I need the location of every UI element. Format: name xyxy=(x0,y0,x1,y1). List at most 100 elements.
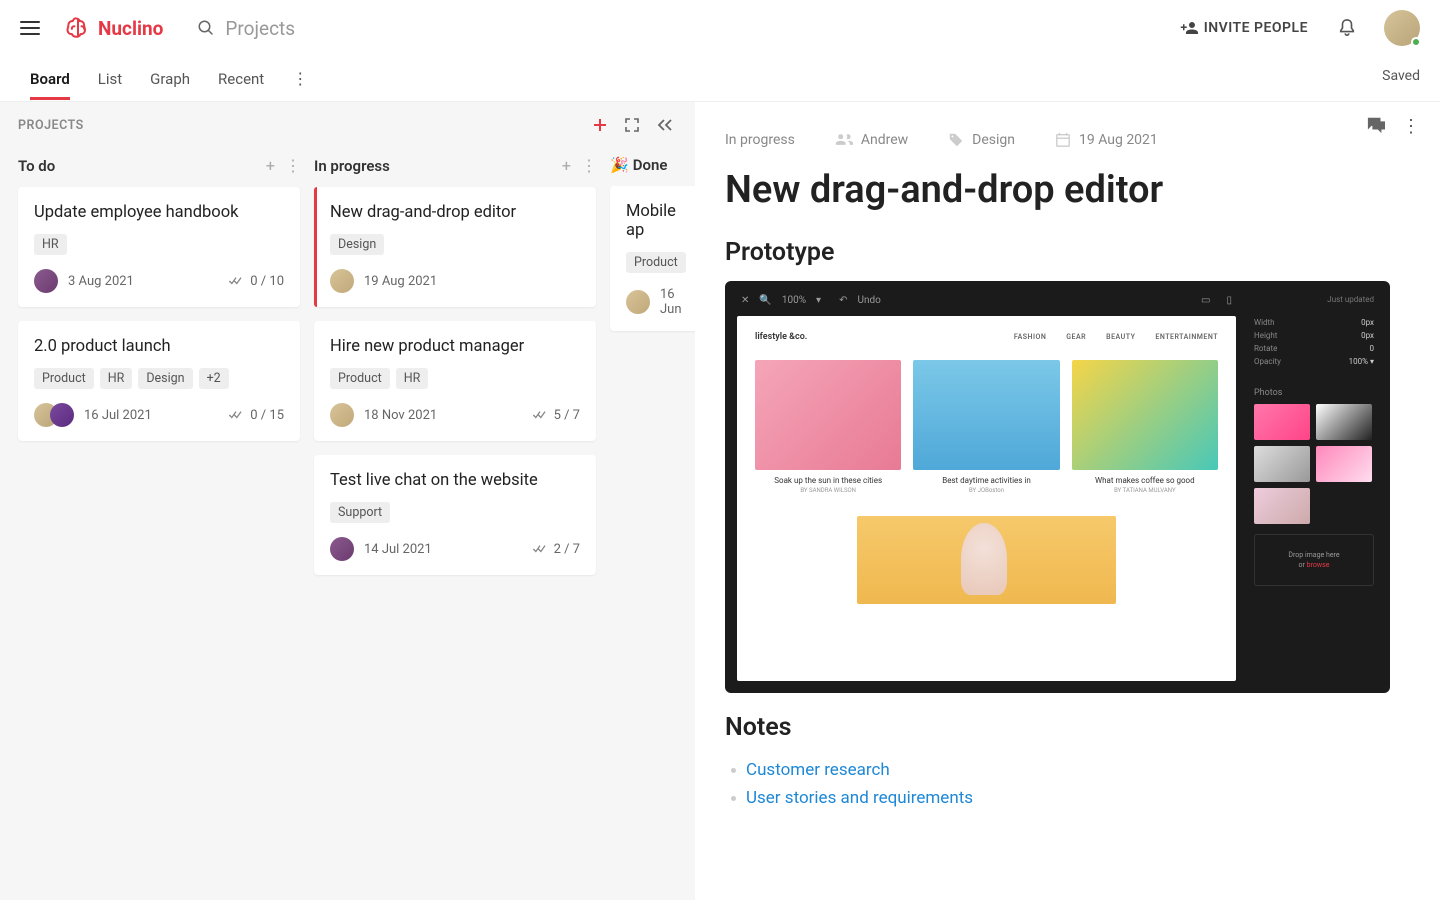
tab-graph[interactable]: Graph xyxy=(150,58,190,100)
card-tag: Product xyxy=(34,368,94,389)
card-title: 2.0 product launch xyxy=(34,337,284,356)
invite-icon xyxy=(1180,20,1198,36)
note-link[interactable]: Customer research xyxy=(746,760,890,780)
column-more-icon[interactable]: ⋮ xyxy=(280,156,306,175)
tab-board[interactable]: Board xyxy=(30,58,70,100)
meta-status[interactable]: In progress xyxy=(725,132,795,148)
card-date: 16 Jun xyxy=(660,287,694,317)
doc-more-icon[interactable]: ⋮ xyxy=(1402,116,1420,137)
board-card[interactable]: Hire new product managerProductHR18 Nov … xyxy=(314,321,596,441)
meta-assignee[interactable]: Andrew xyxy=(835,132,908,148)
card-tag: Product xyxy=(626,252,686,273)
photo-thumb[interactable] xyxy=(1316,404,1372,440)
note-item: User stories and requirements xyxy=(731,784,1390,812)
card-title: New drag-and-drop editor xyxy=(330,203,580,222)
card-title: Test live chat on the website xyxy=(330,471,580,490)
user-avatar[interactable] xyxy=(1384,10,1420,46)
meta-date[interactable]: 19 Aug 2021 xyxy=(1055,132,1158,148)
card-progress: 5 / 7 xyxy=(532,408,580,423)
card-tag: Design xyxy=(330,234,384,255)
card-title: Update employee handbook xyxy=(34,203,284,222)
doc-meta: In progress Andrew Design 19 Aug 2021 xyxy=(725,132,1390,148)
heading-notes: Notes xyxy=(725,713,1390,742)
meta-tag[interactable]: Design xyxy=(948,132,1015,148)
card-tag: HR xyxy=(100,368,133,389)
workspace-name: Projects xyxy=(225,17,295,40)
proto-grid-item[interactable]: Best daytime activities inBY JOBoston xyxy=(913,360,1059,494)
photo-thumb[interactable] xyxy=(1254,488,1310,524)
proto-nav-item[interactable]: BEAUTY xyxy=(1106,333,1135,341)
card-tag: Product xyxy=(330,368,390,389)
column-more-icon[interactable]: ⋮ xyxy=(576,156,602,175)
board-card[interactable]: 2.0 product launchProductHRDesign+216 Ju… xyxy=(18,321,300,441)
proto-updated: Just updated xyxy=(1250,293,1378,316)
column-title: 🎉Done xyxy=(610,156,695,174)
proto-prop-row[interactable]: Opacity100% ▾ xyxy=(1254,355,1374,368)
note-item: Customer research xyxy=(731,756,1390,784)
comments-icon[interactable] xyxy=(1366,116,1386,137)
search-icon xyxy=(197,19,215,37)
assignee-avatar xyxy=(330,269,354,293)
users-icon xyxy=(835,133,853,147)
saved-indicator: Saved xyxy=(1382,68,1420,84)
card-tag: HR xyxy=(396,368,429,389)
proto-prop-row[interactable]: Width0px xyxy=(1254,316,1374,329)
column-title: In progress xyxy=(314,157,557,175)
prototype-embed[interactable]: ✕ 🔍 100% ▾ ↶ Undo ▭ ▯ lifestyle &co. FA xyxy=(725,281,1390,693)
proto-close-icon[interactable]: ✕ xyxy=(741,295,749,306)
add-icon[interactable] xyxy=(589,114,611,136)
proto-search-icon[interactable]: 🔍 xyxy=(759,295,771,306)
device-mobile-icon[interactable]: ▯ xyxy=(1226,295,1232,306)
topbar: Nuclino Projects INVITE PEOPLE xyxy=(0,0,1440,56)
proto-grid-item[interactable]: What makes coffee so goodBY TATIANA MULV… xyxy=(1072,360,1218,494)
notifications-icon[interactable] xyxy=(1338,18,1356,38)
menu-icon[interactable] xyxy=(20,21,40,35)
doc-title[interactable]: New drag-and-drop editor xyxy=(725,168,1390,212)
photo-thumb[interactable] xyxy=(1254,404,1310,440)
card-progress: 0 / 10 xyxy=(228,274,284,289)
card-tag: Support xyxy=(330,502,390,523)
tag-icon xyxy=(948,132,964,148)
photo-thumb[interactable] xyxy=(1254,446,1310,482)
column-add-icon[interactable]: + xyxy=(557,156,576,175)
board-title: PROJECTS xyxy=(18,118,579,133)
card-progress: 0 / 15 xyxy=(228,408,284,423)
column-title: To do xyxy=(18,157,261,175)
heading-prototype: Prototype xyxy=(725,238,1390,267)
column-add-icon[interactable]: + xyxy=(261,156,280,175)
invite-button[interactable]: INVITE PEOPLE xyxy=(1180,20,1308,36)
proto-nav-item[interactable]: FASHION xyxy=(1014,333,1046,341)
search[interactable]: Projects xyxy=(197,17,295,40)
board-card[interactable]: Update employee handbookHR3 Aug 20210 / … xyxy=(18,187,300,307)
proto-canvas[interactable]: lifestyle &co. FASHIONGEARBEAUTYENTERTAI… xyxy=(737,316,1236,681)
board-card[interactable]: Mobile ap Product 16 Jun xyxy=(610,186,695,331)
proto-zoom[interactable]: 100% xyxy=(782,295,806,306)
card-date: 3 Aug 2021 xyxy=(68,274,218,289)
proto-grid-item[interactable]: Soak up the sun in these citiesBY SANDRA… xyxy=(755,360,901,494)
logo[interactable]: Nuclino xyxy=(64,14,163,42)
assignee-avatar xyxy=(50,403,74,427)
proto-nav-item[interactable]: GEAR xyxy=(1066,333,1086,341)
board-card[interactable]: Test live chat on the website Support 14 J… xyxy=(314,455,596,575)
tab-list[interactable]: List xyxy=(98,58,122,100)
assignee-avatar xyxy=(626,290,650,314)
board-card[interactable]: New drag-and-drop editorDesign19 Aug 202… xyxy=(314,187,596,307)
brand-text: Nuclino xyxy=(98,17,163,40)
note-link[interactable]: User stories and requirements xyxy=(746,788,973,808)
collapse-icon[interactable] xyxy=(653,115,677,135)
brain-icon xyxy=(64,14,92,42)
assignee-avatar xyxy=(34,269,58,293)
tab-recent[interactable]: Recent xyxy=(218,58,264,100)
drop-zone[interactable]: Drop image here or browse xyxy=(1254,534,1374,586)
proto-prop-row[interactable]: Rotate0 xyxy=(1254,342,1374,355)
document-panel: ⋮ In progress Andrew Design 19 Aug 2021 … xyxy=(695,102,1440,900)
tabs-more-icon[interactable]: ⋮ xyxy=(292,69,308,88)
device-desktop-icon[interactable]: ▭ xyxy=(1201,295,1210,306)
photo-thumb[interactable] xyxy=(1316,446,1372,482)
proto-prop-row[interactable]: Height0px xyxy=(1254,329,1374,342)
card-date: 14 Jul 2021 xyxy=(364,542,522,557)
proto-undo[interactable]: Undo xyxy=(857,295,880,306)
proto-nav-item[interactable]: ENTERTAINMENT xyxy=(1155,333,1218,341)
expand-icon[interactable] xyxy=(621,114,643,136)
card-title: Mobile ap xyxy=(626,202,694,240)
